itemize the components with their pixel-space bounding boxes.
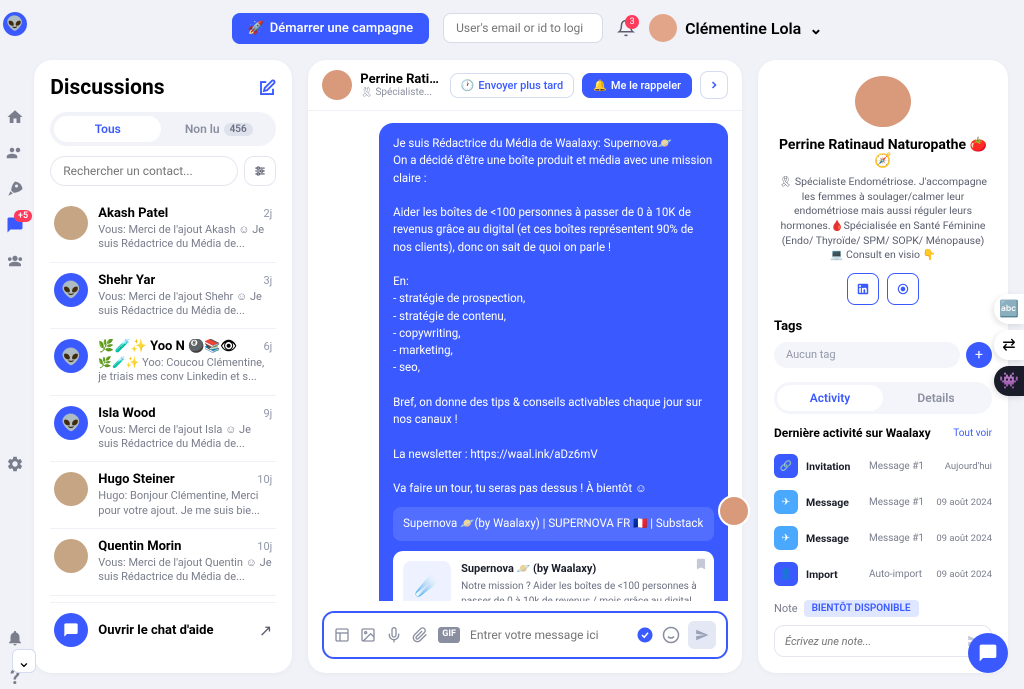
conv-avatar: [54, 206, 88, 240]
user-menu[interactable]: Clémentine Lola ⌄: [649, 14, 823, 42]
attach-icon[interactable]: [412, 627, 428, 643]
profile-avatar: [855, 76, 911, 127]
tab-details[interactable]: Details: [883, 385, 989, 411]
conversation-item[interactable]: 👽 Shehr Yar3j Vous: Merci de l'ajout She…: [50, 262, 276, 329]
conv-avatar: 👽: [54, 339, 88, 373]
target-button[interactable]: [887, 273, 919, 305]
nav-chat-icon[interactable]: +5: [6, 216, 24, 234]
add-tag-button[interactable]: +: [966, 342, 992, 368]
template-icon[interactable]: [334, 627, 350, 643]
conversation-item[interactable]: Hugo Steiner10j Hugo: Bonjour Clémentine…: [50, 461, 276, 528]
activity-icon: 👤: [774, 562, 798, 586]
activity-item: ✈ Message Message #1 09 août 2024: [774, 484, 992, 520]
clock-icon: 🕐: [461, 79, 475, 92]
bookmark-icon: [694, 557, 708, 571]
activity-item: 👤 Import Auto-import 09 août 2024: [774, 556, 992, 592]
activity-title: Dernière activité sur Waalaxy: [774, 426, 931, 440]
activity-icon: ✈: [774, 490, 798, 514]
profile-name: Perrine Ratinaud Naturopathe 🍅🧭: [774, 137, 992, 169]
activity-icon: ✈: [774, 526, 798, 550]
activity-icon: 🔗: [774, 454, 798, 478]
user-avatar: [649, 14, 677, 42]
link-preview-card[interactable]: ☄️ Supernova 🪐 (by Waalaxy) Notre missio…: [393, 551, 714, 602]
float-alien-icon[interactable]: 👾: [994, 366, 1024, 396]
float-translate-icon[interactable]: 🔤: [994, 294, 1024, 324]
bell-badge: 3: [625, 15, 639, 29]
check-icon[interactable]: [636, 626, 654, 644]
profile-bio: 🎗 Spécialiste Endométriose. J'accompagne…: [774, 175, 992, 263]
chat-icon: [54, 613, 88, 647]
remind-button[interactable]: 🔔 Me le rappeler: [582, 73, 692, 98]
conv-avatar: 👽: [54, 406, 88, 440]
expand-button[interactable]: [700, 71, 728, 99]
chat-contact-name: Perrine Ratin...: [360, 72, 441, 87]
collapse-nav-button[interactable]: ⌄: [12, 649, 36, 673]
send-later-button[interactable]: 🕐 Envoyer plus tard: [450, 73, 575, 98]
user-search-input[interactable]: [443, 13, 603, 43]
tab-unread[interactable]: Non lu 456: [165, 116, 272, 142]
tab-activity[interactable]: Activity: [777, 385, 883, 411]
conversation-item[interactable]: 👽 Isla Wood9j Vous: Merci de l'ajout Isl…: [50, 395, 276, 462]
chevron-down-icon: ⌄: [809, 19, 822, 38]
conversation-item[interactable]: 👽 🌿🧪✨ Yoo N 🎱📚👁6j 🌿🧪✨ Yoo: Coucou Clémen…: [50, 328, 276, 395]
start-campaign-button[interactable]: 🚀 Démarrer une campagne: [232, 13, 430, 44]
edit-icon[interactable]: [258, 79, 276, 97]
message-out: Je suis Rédactrice du Média de Waalaxy: …: [379, 123, 728, 601]
external-link-icon: ↗: [259, 621, 272, 640]
chat-contact-avatar: [322, 70, 352, 100]
tab-all[interactable]: Tous: [54, 116, 161, 142]
nav-settings-icon[interactable]: [6, 455, 24, 473]
notifications-button[interactable]: 3: [617, 19, 635, 37]
intercom-button[interactable]: [968, 633, 1008, 673]
float-switch-icon[interactable]: ⇄: [994, 330, 1024, 360]
nav-people-icon[interactable]: [6, 144, 24, 162]
note-input[interactable]: [785, 635, 967, 648]
image-icon[interactable]: [360, 627, 376, 643]
linkedin-button[interactable]: [847, 273, 879, 305]
app-logo[interactable]: 👽: [3, 12, 27, 36]
activity-item: 🔗 Invitation Message #1 Aujourd'hui: [774, 448, 992, 484]
conversation-item[interactable]: Quentin Morin10j Vous: Merci de l'ajout …: [50, 528, 276, 595]
search-contact-input[interactable]: [50, 156, 238, 186]
conv-avatar: 👽: [54, 273, 88, 307]
filter-button[interactable]: [244, 156, 276, 186]
help-chat-button[interactable]: Ouvrir le chat d'aide ↗: [50, 602, 276, 657]
note-badge: BIENTÔT DISPONIBLE: [804, 600, 919, 617]
mic-icon[interactable]: [386, 627, 402, 643]
conversation-item[interactable]: 👽 Dr Ruba Ghaznavi ✔14j Vous: Merci de l…: [50, 595, 276, 602]
nav-team-icon[interactable]: [6, 252, 24, 270]
chat-contact-sub: 🎗 Spécialiste...: [360, 87, 441, 98]
see-all-link[interactable]: Tout voir: [953, 428, 992, 439]
discussions-title: Discussions: [50, 76, 164, 100]
conv-avatar: [54, 472, 88, 506]
gif-icon[interactable]: GIF: [438, 627, 460, 643]
reply-avatar: [718, 495, 750, 527]
nav-rocket-icon[interactable]: [6, 180, 24, 198]
activity-item: ✈ Message Message #1 09 août 2024: [774, 520, 992, 556]
rocket-icon: 🚀: [248, 21, 264, 36]
nav-notif-icon[interactable]: [6, 629, 24, 647]
bell-icon: 🔔: [593, 79, 607, 92]
message-input[interactable]: [470, 628, 626, 642]
no-tag-label: Aucun tag: [774, 342, 960, 368]
conversation-item[interactable]: Akash Patel2j Vous: Merci de l'ajout Aka…: [50, 196, 276, 262]
link-thumb: ☄️: [403, 561, 451, 602]
send-button[interactable]: [688, 621, 716, 649]
nav-chat-badge: +5: [14, 210, 32, 222]
tags-title: Tags: [774, 319, 992, 334]
conv-avatar: [54, 539, 88, 573]
emoji-icon[interactable]: [662, 626, 680, 644]
note-label: Note: [774, 602, 798, 615]
nav-home-icon[interactable]: [6, 108, 24, 126]
